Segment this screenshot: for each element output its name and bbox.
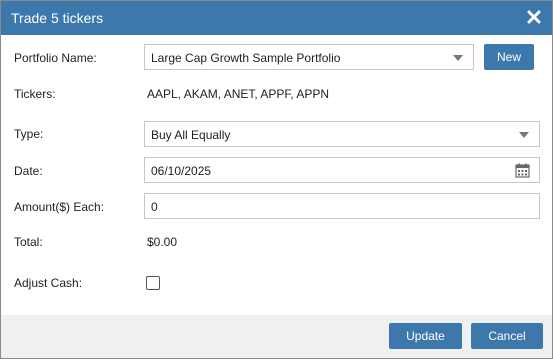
total-label: Total: — [14, 235, 43, 249]
date-value: 06/10/2025 — [151, 164, 212, 178]
new-portfolio-button[interactable]: New — [484, 44, 534, 70]
chevron-down-icon — [453, 55, 463, 61]
portfolio-name-select[interactable]: Large Cap Growth Sample Portfolio — [144, 44, 474, 70]
dialog-footer — [1, 315, 552, 358]
date-input[interactable]: 06/10/2025 — [144, 157, 540, 183]
cancel-button[interactable]: Cancel — [471, 323, 543, 349]
close-icon[interactable] — [524, 7, 544, 27]
total-value: $0.00 — [147, 235, 178, 249]
amount-each-input[interactable]: 0 — [144, 193, 540, 219]
dialog-titlebar: Trade 5 tickers — [1, 1, 552, 35]
calendar-icon[interactable] — [515, 163, 530, 178]
portfolio-name-label: Portfolio Name: — [14, 51, 97, 65]
date-label: Date: — [14, 164, 43, 178]
tickers-label: Tickers: — [14, 87, 56, 101]
chevron-down-icon — [519, 132, 529, 138]
update-button[interactable]: Update — [389, 323, 462, 349]
type-select[interactable]: Buy All Equally — [144, 121, 540, 147]
adjust-cash-label: Adjust Cash: — [14, 276, 83, 290]
amount-each-value: 0 — [151, 200, 158, 214]
type-value: Buy All Equally — [151, 128, 231, 142]
type-label: Type: — [14, 127, 44, 141]
dialog-title: Trade 5 tickers — [11, 10, 104, 26]
amount-each-label: Amount($) Each: — [14, 200, 105, 214]
tickers-value: AAPL, AKAM, ANET, APPF, APPN — [147, 87, 330, 101]
adjust-cash-checkbox[interactable] — [146, 276, 160, 290]
trade-dialog: Trade 5 tickers Portfolio Name: Large Ca… — [0, 0, 553, 359]
portfolio-name-value: Large Cap Growth Sample Portfolio — [151, 51, 341, 65]
